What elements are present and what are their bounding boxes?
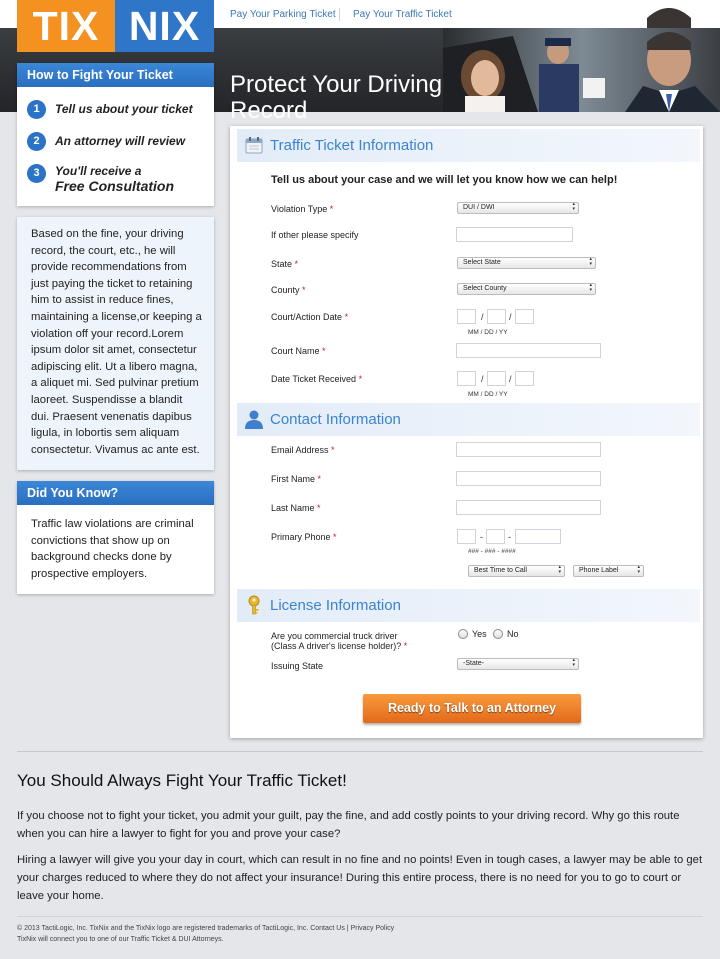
footer-line-1: © 2013 TactiLogic, Inc. TixNix and the T… — [17, 925, 394, 932]
nav-link-traffic-ticket[interactable]: Pay Your Traffic Ticket — [353, 9, 452, 20]
section-license: License Information — [237, 589, 700, 622]
step-number: 1 — [27, 100, 46, 119]
primary-phone-label: Primary Phone * — [271, 532, 337, 542]
date-received-year[interactable] — [515, 371, 534, 386]
violation-type-select[interactable]: DUI / DWI — [457, 202, 579, 214]
issuing-state-label: Issuing State — [271, 661, 324, 671]
phone-dash: - — [480, 532, 483, 542]
state-label: State * — [271, 259, 299, 269]
key-icon — [248, 595, 260, 615]
ticket-form: Traffic Ticket Information Tell us about… — [230, 126, 703, 738]
court-name-input[interactable] — [456, 343, 601, 358]
commercial-yes-label: Yes — [472, 629, 487, 639]
other-specify-input[interactable] — [456, 227, 573, 242]
date-slash: / — [481, 374, 484, 384]
calendar-icon — [245, 137, 263, 154]
date-received-month[interactable] — [457, 371, 476, 386]
county-select[interactable]: Select County — [457, 283, 596, 295]
date-slash: / — [509, 312, 512, 322]
court-date-day[interactable] — [487, 309, 506, 324]
step-3: 3 You'll receive a Free Consultation — [27, 164, 174, 194]
step-number: 2 — [27, 132, 46, 151]
court-date-year[interactable] — [515, 309, 534, 324]
footer-line-2: TixNix will connect you to one of our Tr… — [17, 936, 224, 943]
bottom-heading: You Should Always Fight Your Traffic Tic… — [17, 771, 347, 790]
email-label: Email Address * — [271, 445, 335, 455]
commercial-driver-label: Are you commercial truck driver (Class A… — [271, 631, 408, 651]
issuing-state-select[interactable]: -State- — [457, 658, 579, 670]
section-title: Traffic Ticket Information — [270, 137, 434, 154]
how-to-box: How to Fight Your Ticket 1 Tell us about… — [17, 63, 214, 206]
did-you-know-text: Traffic law violations are criminal conv… — [31, 518, 194, 580]
commercial-yes-radio[interactable] — [458, 629, 468, 639]
court-date-label: Court/Action Date * — [271, 312, 349, 322]
county-label: County * — [271, 285, 306, 295]
section-traffic-ticket: Traffic Ticket Information — [237, 129, 700, 162]
bottom-paragraph-2: Hiring a lawyer will give you your day i… — [17, 854, 703, 902]
sidebar-info-text: Based on the fine, your driving record, … — [17, 217, 214, 470]
other-specify-label: If other please specify — [271, 230, 359, 240]
violation-type-label: Violation Type * — [271, 204, 334, 214]
date-slash: / — [481, 312, 484, 322]
logo-part-nix: NIX — [115, 0, 214, 52]
date-received-day[interactable] — [487, 371, 506, 386]
date-received-hint: MM / DD / YY — [468, 391, 508, 398]
bottom-paragraph-1: If you choose not to fight your ticket, … — [17, 810, 680, 840]
last-name-input[interactable] — [456, 500, 601, 515]
footer-copyright: © 2013 TactiLogic, Inc. TixNix and the T… — [17, 925, 309, 932]
footer-divider — [17, 916, 703, 917]
tixnix-logo[interactable]: TIX NIX — [17, 0, 214, 52]
step-2: 2 An attorney will review — [27, 132, 185, 151]
phone-area-code[interactable] — [457, 529, 476, 544]
court-name-label: Court Name * — [271, 346, 326, 356]
logo-part-tix: TIX — [17, 0, 115, 52]
person-icon — [245, 410, 263, 429]
phone-line[interactable] — [515, 529, 561, 544]
date-slash: / — [509, 374, 512, 384]
footer-privacy-link[interactable]: Privacy Policy — [351, 925, 395, 932]
hero-title: Protect Your Driving Record — [230, 71, 443, 124]
nav-link-parking-ticket[interactable]: Pay Your Parking Ticket — [230, 9, 336, 20]
phone-label-select[interactable]: Phone Label — [573, 565, 644, 577]
footer-contact-link[interactable]: Contact Us — [310, 925, 345, 932]
step-text: Tell us about your ticket — [55, 102, 193, 116]
did-you-know-title: Did You Know? — [17, 481, 214, 505]
court-date-month[interactable] — [457, 309, 476, 324]
date-received-label: Date Ticket Received * — [271, 374, 363, 384]
court-date-hint: MM / DD / YY — [468, 329, 508, 336]
hero-photo — [443, 28, 720, 140]
section-title: Contact Information — [270, 411, 401, 428]
hero-photo-top — [604, 0, 720, 28]
submit-button[interactable]: Ready to Talk to an Attorney — [363, 694, 581, 723]
step-text-line2: Free Consultation — [55, 178, 175, 194]
commercial-no-radio[interactable] — [493, 629, 503, 639]
form-intro: Tell us about your case and we will let … — [271, 174, 618, 186]
footer-separator: | — [346, 925, 349, 932]
nav-separator — [339, 8, 340, 21]
step-number: 3 — [27, 164, 46, 183]
content-divider — [17, 751, 703, 752]
best-time-select[interactable]: Best Time to Call — [468, 565, 565, 577]
commercial-no-label: No — [507, 629, 519, 639]
last-name-label: Last Name * — [271, 503, 321, 513]
phone-dash: - — [508, 532, 511, 542]
how-to-title: How to Fight Your Ticket — [17, 63, 214, 87]
section-title: License Information — [270, 597, 401, 614]
first-name-label: First Name * — [271, 474, 322, 484]
step-text: You'll receive a Free Consultation — [55, 164, 174, 194]
first-name-input[interactable] — [456, 471, 601, 486]
did-you-know-box: Did You Know? Traffic law violations are… — [17, 481, 214, 594]
email-input[interactable] — [456, 442, 601, 457]
step-text-line1: You'll receive a — [55, 164, 142, 178]
phone-prefix[interactable] — [486, 529, 505, 544]
phone-hint: ### - ### - #### — [468, 548, 516, 555]
state-select[interactable]: Select State — [457, 257, 596, 269]
step-text: An attorney will review — [55, 134, 186, 148]
step-1: 1 Tell us about your ticket — [27, 100, 193, 119]
section-contact: Contact Information — [237, 403, 700, 436]
